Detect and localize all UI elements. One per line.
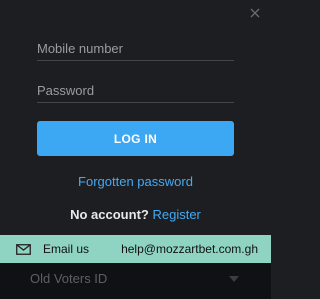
support-email-link[interactable]: help@mozzartbet.com.gh [121, 242, 258, 256]
close-icon [250, 8, 260, 18]
chevron-down-icon [229, 276, 239, 282]
email-us-label: Email us [43, 242, 90, 256]
email-contact-bar: Email us help@mozzartbet.com.gh [0, 235, 271, 263]
login-button[interactable]: LOG IN [37, 121, 234, 156]
password-input[interactable] [37, 78, 234, 102]
close-button[interactable] [246, 4, 264, 22]
envelope-icon [16, 244, 31, 255]
register-row: No account? Register [0, 207, 271, 222]
mobile-number-input[interactable] [37, 36, 234, 60]
password-field [37, 78, 234, 103]
no-account-text: No account? [70, 207, 149, 222]
forgot-password-link[interactable]: Forgotten password [0, 174, 271, 189]
id-type-select[interactable]: Old Voters ID [0, 263, 271, 299]
register-link[interactable]: Register [152, 207, 200, 222]
id-type-value: Old Voters ID [30, 271, 108, 286]
mobile-number-field [37, 36, 234, 61]
